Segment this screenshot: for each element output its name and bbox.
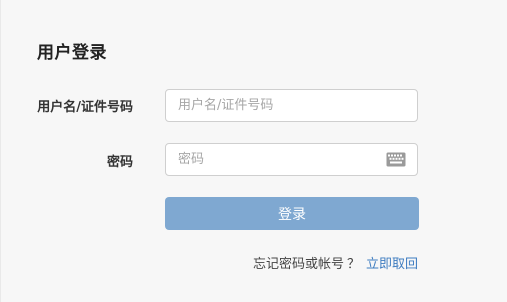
- forgot-question-mark: ？: [346, 257, 360, 272]
- password-field-container: [165, 143, 418, 176]
- forgot-row: 忘记密码或帐号？ 立即取回: [253, 253, 418, 272]
- keyboard-icon[interactable]: [386, 152, 406, 167]
- login-panel: 用户登录 用户名/证件号码 密码 登录 忘记密码或帐号？立即取: [0, 0, 507, 302]
- username-field-container: [165, 89, 418, 122]
- username-input[interactable]: [166, 90, 417, 121]
- password-input[interactable]: [166, 144, 417, 175]
- login-button[interactable]: 登录: [165, 197, 419, 230]
- retrieve-link[interactable]: 立即取回: [366, 257, 418, 272]
- password-label: 密码: [106, 155, 133, 170]
- form-title: 用户登录: [37, 43, 107, 63]
- forgot-text: 忘记密码或帐号: [252, 257, 344, 272]
- username-label: 用户名/证件号码: [37, 100, 133, 115]
